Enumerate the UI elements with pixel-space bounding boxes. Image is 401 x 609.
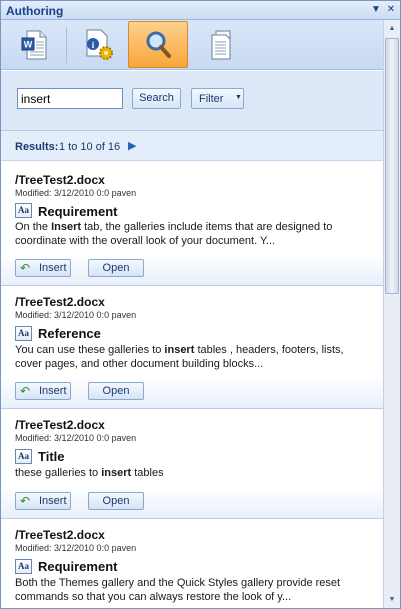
search-input[interactable] — [17, 88, 123, 109]
search-term-highlight: insert — [101, 467, 132, 479]
insert-label: Insert — [39, 495, 67, 507]
result-item: /TreeTest2.docx Modified: 3/12/2010 0:0 … — [1, 519, 383, 608]
result-path[interactable]: /TreeTest2.docx — [15, 528, 105, 542]
authoring-panel: Authoring ▼ ✕ W i insert Search Filter ▼… — [0, 0, 401, 609]
results-list: /TreeTest2.docx Modified: 3/12/2010 0:0 … — [1, 162, 383, 608]
style-aa-icon: Aa — [15, 449, 32, 464]
tool-document-pages-button[interactable] — [191, 21, 251, 68]
result-path[interactable]: /TreeTest2.docx — [15, 295, 105, 309]
results-label: Results: — [15, 141, 59, 153]
scroll-thumb[interactable] — [385, 38, 399, 294]
search-term-highlight: insert — [164, 344, 195, 356]
results-range: 1 to 10 of 16 — [59, 141, 121, 153]
tool-word-document-button[interactable]: W — [5, 21, 65, 68]
open-button[interactable]: Open — [88, 382, 144, 400]
insert-button[interactable]: ↶ Insert — [15, 492, 71, 510]
scroll-up-icon[interactable]: ▲ — [384, 20, 400, 37]
panel-titlebar: Authoring ▼ ✕ — [1, 1, 400, 20]
result-snippet: these galleries to insert tables — [15, 467, 164, 479]
result-item: /TreeTest2.docx Modified: 3/12/2010 0:0 … — [1, 286, 383, 409]
document-pages-icon — [211, 30, 231, 59]
toolbar: W i — [1, 20, 383, 70]
scroll-down-icon[interactable]: ▼ — [384, 591, 400, 608]
svg-text:W: W — [24, 39, 33, 49]
result-modified: Modified: 3/12/2010 0:0 paven — [15, 433, 137, 443]
result-snippet: Both the Themes gallery and the Quick St… — [15, 577, 341, 603]
result-path[interactable]: /TreeTest2.docx — [15, 418, 105, 432]
word-document-icon: W — [21, 30, 47, 59]
insert-arrow-icon: ↶ — [20, 494, 31, 508]
search-term-highlight: Insert — [51, 221, 82, 233]
panel-title: Authoring — [6, 4, 64, 18]
insert-label: Insert — [39, 262, 67, 274]
tool-document-properties-button[interactable]: i — [69, 21, 129, 68]
result-path[interactable]: /TreeTest2.docx — [15, 173, 105, 187]
close-icon[interactable]: ✕ — [385, 3, 397, 17]
results-bar: Results: 1 to 10 of 16 ▶ — [1, 131, 383, 161]
result-modified: Modified: 3/12/2010 0:0 paven — [15, 188, 137, 198]
insert-arrow-icon: ↶ — [20, 384, 31, 398]
magnifier-search-icon — [146, 31, 171, 58]
result-snippet: You can use these galleries to insert ta… — [15, 344, 344, 370]
open-button[interactable]: Open — [88, 492, 144, 510]
style-aa-icon: Aa — [15, 559, 32, 574]
result-modified: Modified: 3/12/2010 0:0 paven — [15, 543, 137, 553]
insert-label: Insert — [39, 385, 67, 397]
insert-button[interactable]: ↶ Insert — [15, 382, 71, 400]
result-item: /TreeTest2.docx Modified: 3/12/2010 0:0 … — [1, 162, 383, 286]
result-modified: Modified: 3/12/2010 0:0 paven — [15, 310, 137, 320]
result-title[interactable]: Requirement — [38, 204, 117, 219]
result-item: /TreeTest2.docx Modified: 3/12/2010 0:0 … — [1, 409, 383, 519]
open-button[interactable]: Open — [88, 259, 144, 277]
chevron-down-icon: ▼ — [235, 94, 242, 101]
style-aa-icon: Aa — [15, 203, 32, 218]
insert-button[interactable]: ↶ Insert — [15, 259, 71, 277]
panel-menu-icon[interactable]: ▼ — [370, 3, 382, 17]
tool-search-button[interactable] — [128, 21, 188, 68]
vertical-scrollbar[interactable]: ▲ ▼ — [383, 20, 400, 608]
search-button[interactable]: Search — [132, 88, 181, 109]
result-title[interactable]: Title — [38, 449, 65, 464]
next-page-icon[interactable]: ▶ — [128, 139, 136, 152]
search-bar: Search Filter ▼ — [1, 71, 383, 131]
result-title[interactable]: Reference — [38, 326, 101, 341]
filter-dropdown-button[interactable]: Filter ▼ — [191, 88, 244, 109]
document-properties-gear-icon: i — [86, 29, 113, 60]
insert-arrow-icon: ↶ — [20, 261, 31, 275]
style-aa-icon: Aa — [15, 326, 32, 341]
result-snippet: On the Insert tab, the galleries include… — [15, 221, 333, 247]
filter-label: Filter — [199, 93, 224, 105]
toolbar-separator — [66, 27, 67, 63]
result-title[interactable]: Requirement — [38, 559, 117, 574]
